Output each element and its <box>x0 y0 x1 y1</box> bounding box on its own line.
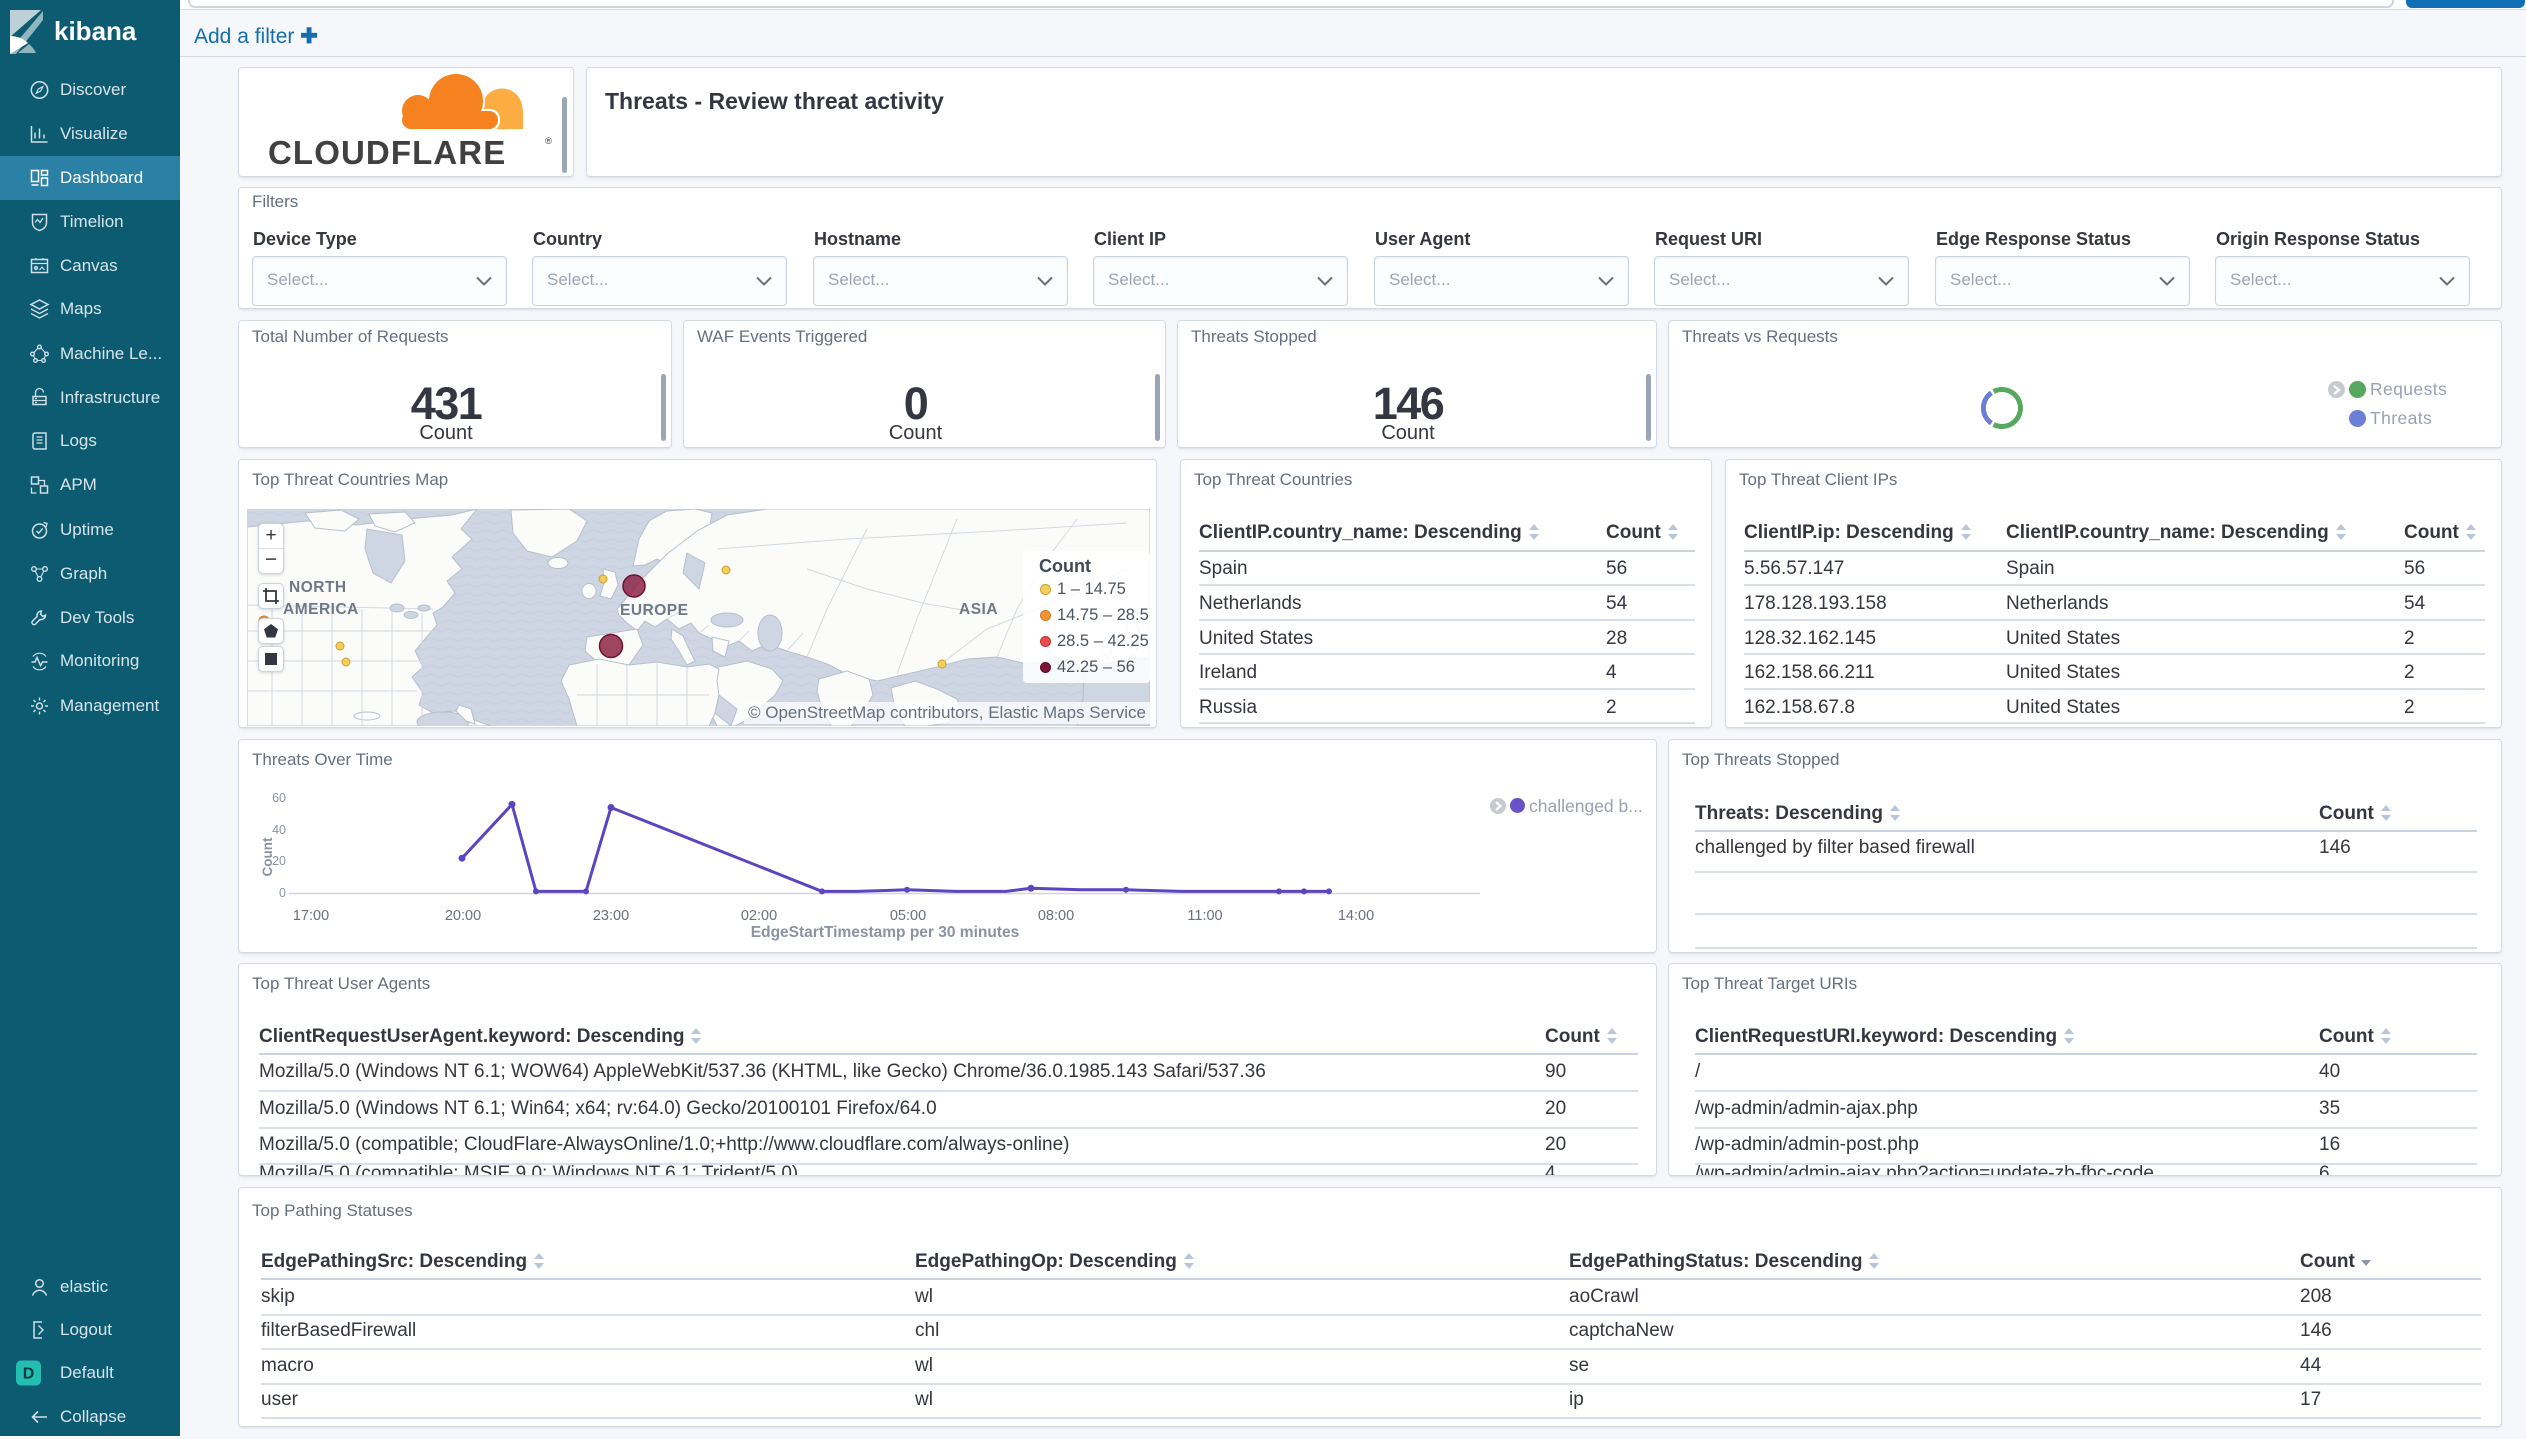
svg-text:D: D <box>23 1366 35 1383</box>
svg-text:02:00: 02:00 <box>741 908 777 924</box>
svg-text:05:00: 05:00 <box>890 908 926 924</box>
svg-text:Count: Count <box>260 837 275 876</box>
svg-text:08:00: 08:00 <box>1038 908 1074 924</box>
svg-text:®: ® <box>545 136 552 147</box>
svg-text:17:00: 17:00 <box>293 908 329 924</box>
svg-text:AMERICA: AMERICA <box>283 601 359 618</box>
svg-text:ASIA: ASIA <box>959 601 998 618</box>
svg-text:20:00: 20:00 <box>445 908 481 924</box>
svg-text:23:00: 23:00 <box>593 908 629 924</box>
svg-text:EUROPE: EUROPE <box>620 602 688 619</box>
svg-text:EdgeStartTimestamp per 30 minu: EdgeStartTimestamp per 30 minutes <box>751 924 1019 941</box>
svg-text:CLOUDFLARE: CLOUDFLARE <box>268 134 506 171</box>
svg-text:40: 40 <box>272 823 286 837</box>
svg-text:14:00: 14:00 <box>1338 908 1374 924</box>
svg-text:NORTH: NORTH <box>289 579 347 596</box>
svg-text:60: 60 <box>272 791 286 805</box>
svg-text:11:00: 11:00 <box>1187 908 1222 924</box>
svg-text:0: 0 <box>279 886 286 900</box>
